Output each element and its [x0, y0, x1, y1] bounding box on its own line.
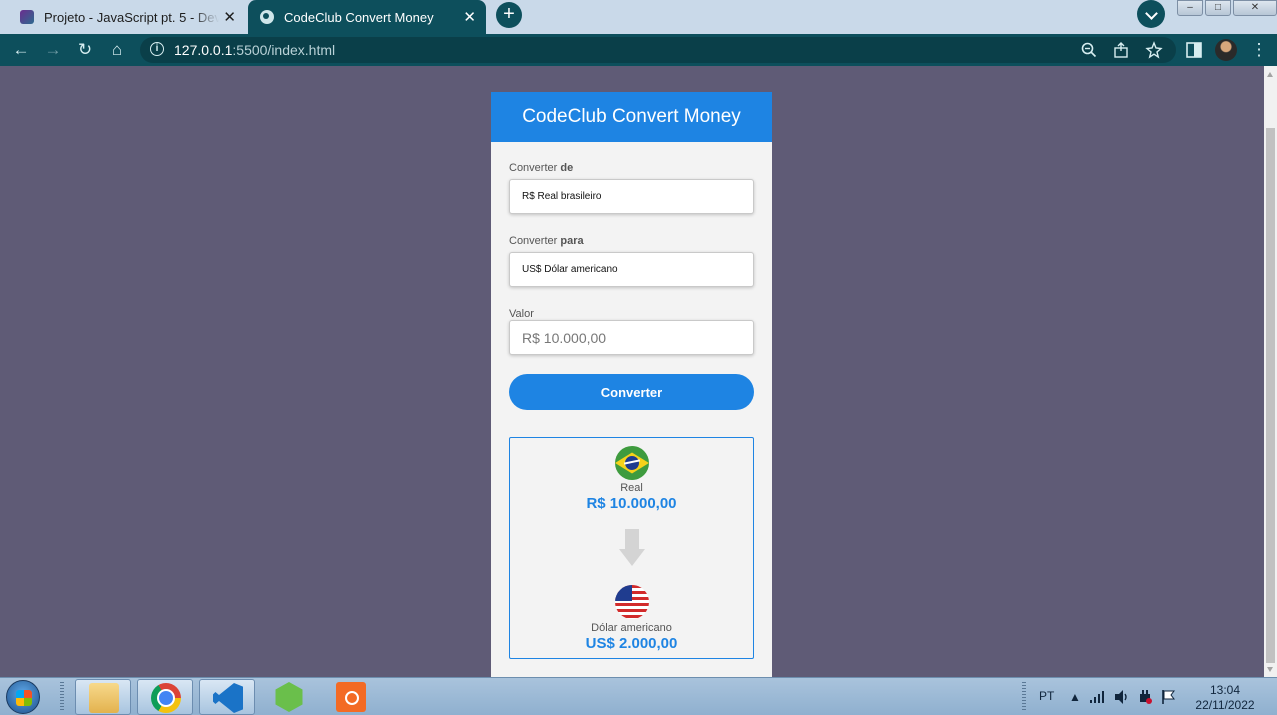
vscode-icon	[213, 683, 243, 713]
scroll-thumb[interactable]	[1266, 128, 1275, 663]
kebab-menu-icon[interactable]: ⋮	[1249, 40, 1269, 60]
chrome-icon	[151, 683, 181, 713]
address-bar[interactable]: i 127.0.0.1:5500/index.html	[140, 37, 1176, 63]
show-hidden-icons-icon[interactable]: ▲	[1069, 690, 1081, 704]
clock-date: 22/11/2022	[1195, 698, 1255, 712]
taskbar-vscode[interactable]	[199, 679, 255, 715]
from-currency-select[interactable]: R$ Real brasileiro	[509, 179, 754, 214]
network-signal-icon[interactable]	[1089, 690, 1105, 704]
language-indicator[interactable]: PT	[1039, 689, 1054, 703]
side-panel-icon[interactable]	[1186, 42, 1202, 58]
to-label-prefix: Converter	[509, 235, 561, 247]
power-plug-icon[interactable]	[1137, 689, 1153, 705]
url-text[interactable]: 127.0.0.1:5500/index.html	[174, 42, 335, 58]
taskbar-grip	[60, 682, 64, 712]
taskbar-capture-app[interactable]	[323, 679, 379, 715]
brazil-flag-icon	[615, 446, 649, 480]
convert-button[interactable]: Converter	[509, 374, 754, 410]
from-currency-name: Real	[620, 482, 643, 494]
globe-icon	[260, 10, 274, 24]
tab-search-button[interactable]	[1137, 0, 1165, 28]
from-currency-value: R$ 10.000,00	[586, 495, 677, 512]
windows-taskbar: PT ▲ 13:04 22/11/2022	[0, 677, 1277, 715]
tab-codeclub[interactable]: CodeClub Convert Money ✕	[248, 0, 486, 34]
clock-time: 13:04	[1209, 683, 1241, 697]
capture-app-icon	[336, 682, 366, 712]
volume-icon[interactable]	[1114, 689, 1130, 705]
site-info-icon[interactable]: i	[150, 42, 164, 56]
browser-tab-strip: Projeto - JavaScript pt. 5 - DevClub ✕ C…	[0, 0, 1277, 34]
reload-icon[interactable]: ↻	[75, 40, 95, 60]
window-controls: – □ ✕	[1175, 0, 1277, 16]
tab-title: CodeClub Convert Money	[284, 9, 434, 25]
from-label-prefix: Converter	[509, 162, 561, 174]
arrow-down-icon	[619, 529, 645, 567]
devclub-favicon-icon	[20, 10, 34, 24]
to-label-bold: para	[560, 235, 584, 247]
usa-flag-icon	[615, 585, 649, 619]
url-path: :5500/index.html	[232, 42, 336, 58]
converter-card: CodeClub Convert Money Converter de R$ R…	[491, 92, 772, 677]
start-button[interactable]	[6, 680, 40, 714]
back-arrow-icon[interactable]: ←	[11, 40, 31, 60]
tab-devclub[interactable]: Projeto - JavaScript pt. 5 - DevClub ✕	[12, 0, 246, 34]
taskbar-explorer[interactable]	[75, 679, 131, 715]
close-window-button[interactable]: ✕	[1233, 0, 1277, 16]
home-icon[interactable]: ⌂	[107, 40, 127, 60]
to-currency-label: Converter para	[509, 235, 584, 247]
to-currency-name: Dólar americano	[591, 622, 672, 634]
taskbar-nodejs[interactable]	[261, 679, 317, 715]
to-currency-value: US$ 2.000,00	[585, 635, 678, 652]
browser-toolbar: ← → ↻ ⌂ i 127.0.0.1:5500/index.html ⋮	[0, 34, 1277, 66]
system-clock[interactable]: 13:04 22/11/2022	[1188, 683, 1262, 713]
scroll-down-arrow-icon[interactable]	[1267, 667, 1273, 672]
scroll-up-arrow-icon[interactable]	[1267, 72, 1273, 77]
close-tab-icon[interactable]: ✕	[223, 8, 236, 26]
app-title: CodeClub Convert Money	[491, 92, 772, 142]
amount-input[interactable]	[509, 320, 754, 355]
file-explorer-icon	[89, 683, 119, 713]
nodejs-icon	[275, 682, 303, 712]
minimize-button[interactable]: –	[1177, 0, 1203, 16]
url-host: 127.0.0.1	[174, 42, 233, 58]
from-currency-label: Converter de	[509, 162, 573, 174]
profile-avatar[interactable]	[1215, 39, 1237, 61]
share-icon[interactable]	[1113, 42, 1129, 58]
action-center-flag-icon[interactable]	[1161, 689, 1177, 705]
to-currency-select[interactable]: US$ Dólar americano	[509, 252, 754, 287]
maximize-button[interactable]: □	[1205, 0, 1231, 16]
bookmark-star-icon[interactable]	[1145, 41, 1163, 59]
new-tab-button[interactable]: +	[496, 2, 522, 28]
forward-arrow-icon[interactable]: →	[43, 40, 63, 60]
windows-logo-icon	[16, 690, 32, 706]
zoom-icon[interactable]	[1081, 42, 1097, 58]
taskbar-chrome[interactable]	[137, 679, 193, 715]
result-panel: Real R$ 10.000,00 Dólar americano US$ 2.…	[509, 437, 754, 659]
close-tab-icon[interactable]: ✕	[463, 8, 476, 26]
tray-grip	[1022, 682, 1026, 712]
from-label-bold: de	[560, 162, 574, 174]
tab-title: Projeto - JavaScript pt. 5 - DevClub	[44, 9, 219, 25]
amount-label: Valor	[509, 308, 534, 320]
page-scrollbar[interactable]	[1264, 66, 1277, 677]
